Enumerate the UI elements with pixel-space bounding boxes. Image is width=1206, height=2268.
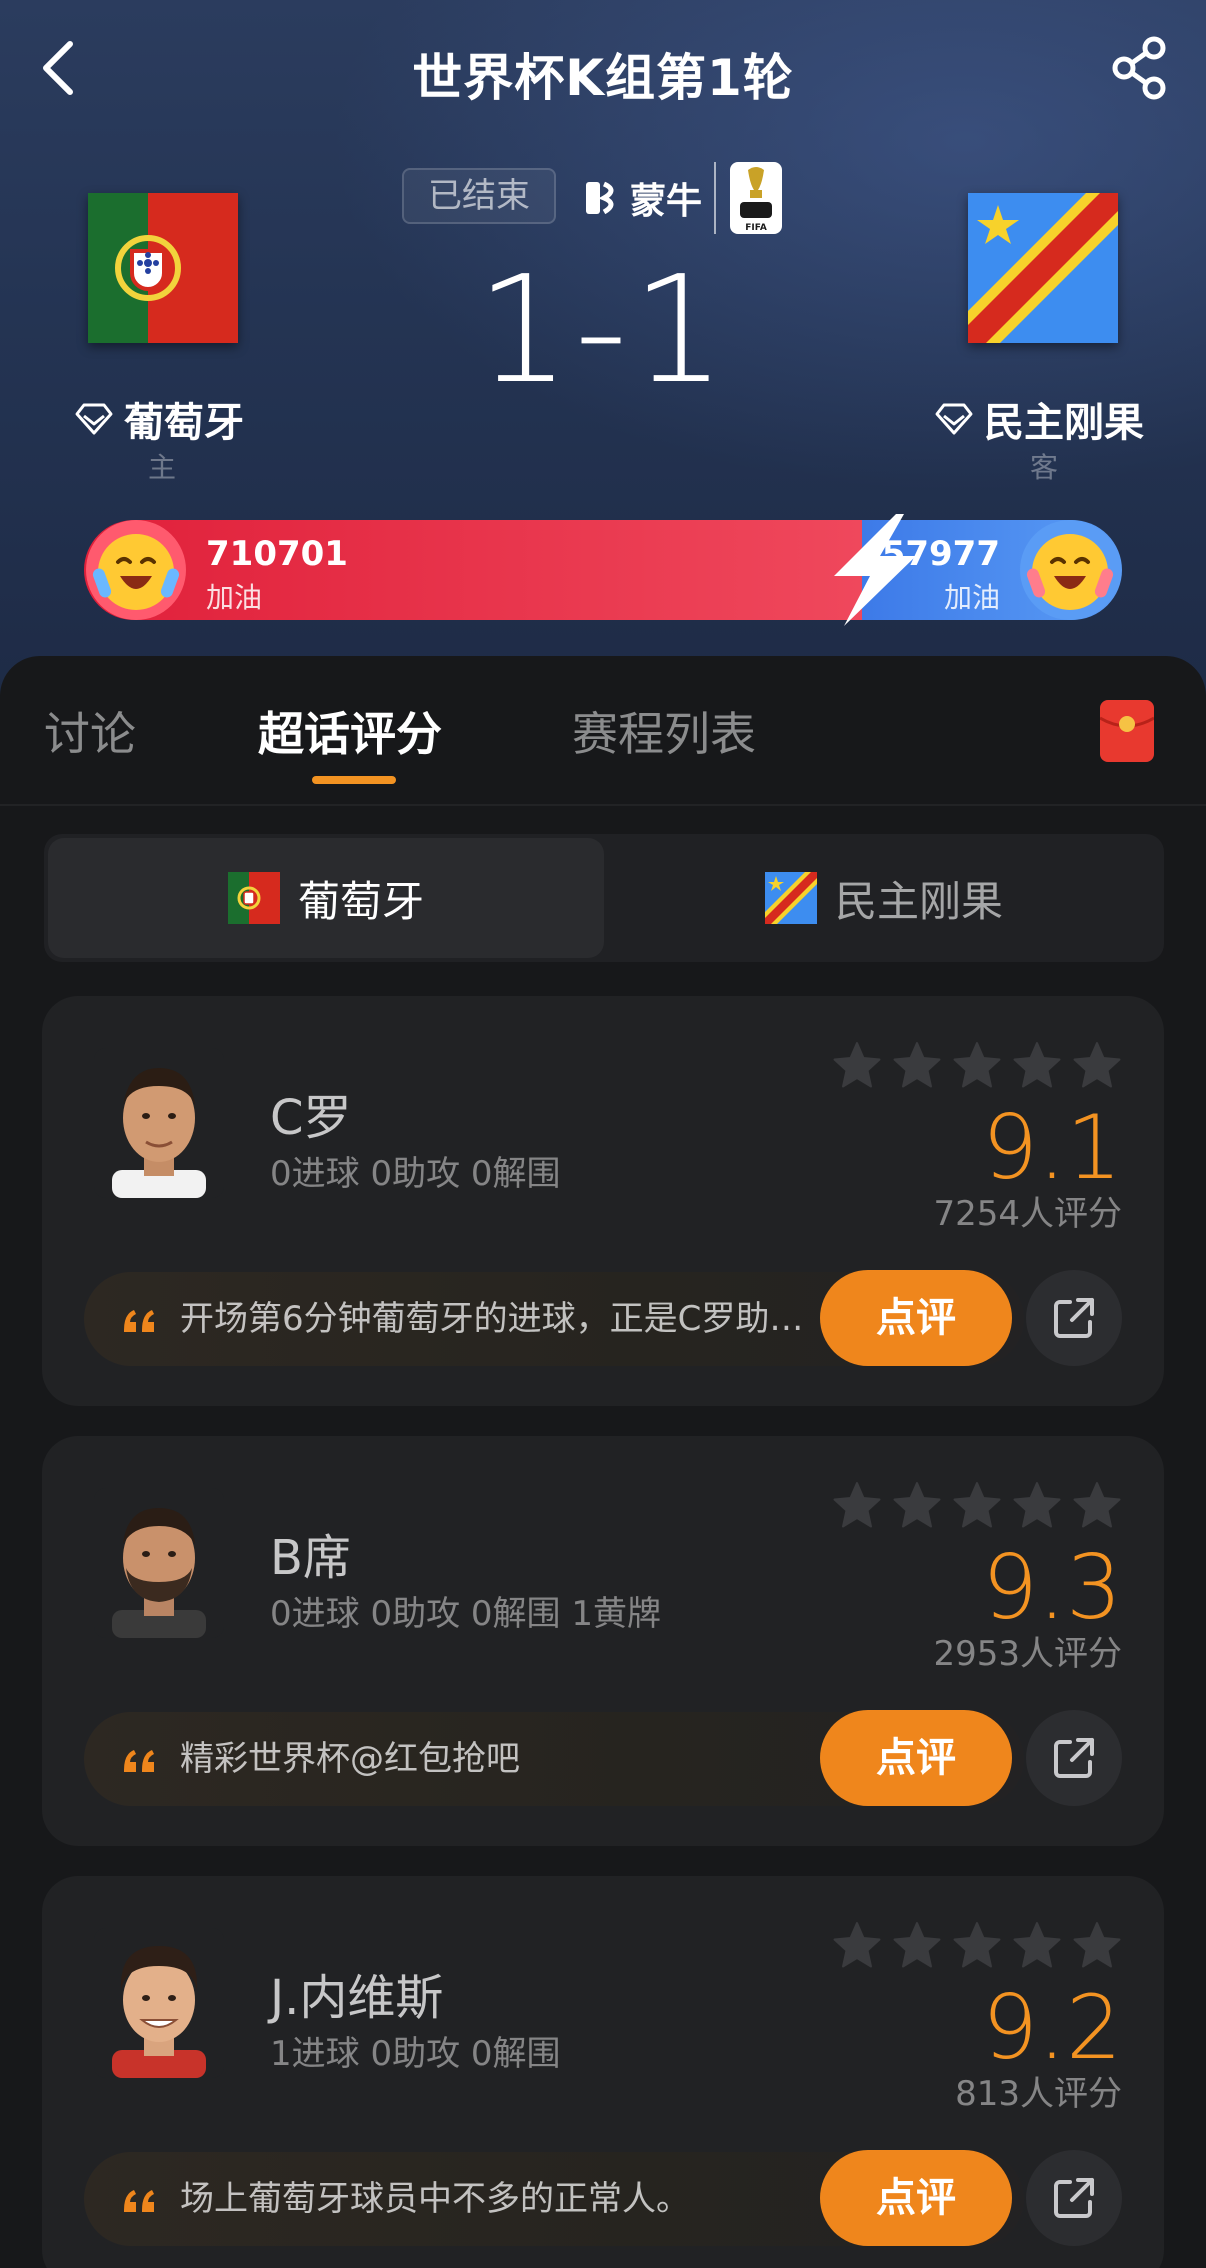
match-status-badge: 已结束 xyxy=(402,168,556,224)
review-button[interactable]: 点评 xyxy=(820,2150,1012,2246)
sponsor-divider xyxy=(714,162,717,234)
star-icon[interactable] xyxy=(892,1920,942,1970)
match-header: 世界杯K组第1轮 已结束 蒙牛 FIFA 1-1 葡萄牙 主 民主刚果 客 71… xyxy=(0,0,1206,700)
player-rating: 9.3 xyxy=(982,1536,1122,1639)
sponsor-logo: 蒙牛 FIFA xyxy=(582,162,784,234)
team-switch: 葡萄牙 民主刚果 xyxy=(44,834,1164,962)
player-rating: 9.1 xyxy=(982,1096,1122,1199)
player-name: B席 xyxy=(270,1530,351,1586)
diamond-icon xyxy=(935,403,973,435)
rating-stars[interactable] xyxy=(822,1920,1122,1970)
top-bar: 世界杯K组第1轮 xyxy=(0,0,1206,140)
portugal-flag-icon xyxy=(88,193,238,343)
share-card-button[interactable] xyxy=(1026,1710,1122,1806)
tab-schedule[interactable]: 赛程列表 xyxy=(572,698,756,764)
rating-stars[interactable] xyxy=(822,1040,1122,1090)
dr-congo-flag-icon xyxy=(764,872,817,924)
svg-text:FIFA: FIFA xyxy=(745,223,767,233)
cheer-bar: 710701 加油 57977 加油 xyxy=(84,514,1122,626)
share-button[interactable] xyxy=(1106,32,1176,102)
player-avatar[interactable] xyxy=(94,1048,224,1198)
tab-discussion[interactable]: 讨论 xyxy=(44,698,136,764)
away-team-flag[interactable] xyxy=(968,193,1118,343)
tab-super-topic-rating[interactable]: 超话评分 xyxy=(258,698,442,764)
player-stats: 1进球 0助攻 0解围 xyxy=(270,2034,561,2074)
star-icon[interactable] xyxy=(952,1480,1002,1530)
team-switch-home[interactable]: 葡萄牙 xyxy=(48,838,604,958)
star-icon[interactable] xyxy=(1012,1920,1062,1970)
diamond-icon xyxy=(75,403,113,435)
external-share-icon xyxy=(1054,2178,1094,2218)
mengniu-logo-icon xyxy=(586,181,614,215)
quote-icon xyxy=(124,2190,154,2212)
star-icon[interactable] xyxy=(1072,1920,1122,1970)
dr-congo-flag-icon xyxy=(968,193,1118,343)
team-switch-away-label: 民主刚果 xyxy=(834,876,1003,926)
star-icon[interactable] xyxy=(952,1920,1002,1970)
player-avatar[interactable] xyxy=(94,1928,224,2078)
star-icon[interactable] xyxy=(832,1040,882,1090)
player-rating: 9.2 xyxy=(982,1976,1122,2079)
active-tab-indicator xyxy=(312,776,396,784)
rating-count: 7254人评分 xyxy=(933,1194,1122,1234)
star-icon[interactable] xyxy=(952,1040,1002,1090)
share-card-button[interactable] xyxy=(1026,1270,1122,1366)
top-comment-text[interactable]: 精彩世界杯@红包抢吧 xyxy=(180,1733,820,1785)
player-card[interactable]: J.内维斯 1进球 0助攻 0解围 9.2 813人评分 场上葡萄牙球员中不多的… xyxy=(42,1876,1164,2268)
top-comment-text[interactable]: 场上葡萄牙球员中不多的正常人。 xyxy=(180,2173,820,2225)
cheer-emoji-away-icon[interactable] xyxy=(1018,518,1122,622)
page-title: 世界杯K组第1轮 xyxy=(412,49,794,107)
quote-icon xyxy=(124,1310,154,1332)
home-team-role: 主 xyxy=(147,451,176,484)
top-comment-text[interactable]: 开场第6分钟葡萄牙的进球，正是C罗助攻的 xyxy=(180,1293,820,1345)
player-stats: 0进球 0助攻 0解围 xyxy=(270,1154,561,1194)
player-card[interactable]: C罗 0进球 0助攻 0解围 9.1 7254人评分 开场第6分钟葡萄牙的进球，… xyxy=(42,996,1164,1406)
portugal-flag-icon xyxy=(227,872,280,924)
tabs-divider xyxy=(0,804,1206,806)
away-team-role: 客 xyxy=(1029,451,1058,484)
star-icon[interactable] xyxy=(1072,1040,1122,1090)
team-switch-away[interactable]: 民主刚果 xyxy=(604,834,1164,962)
star-icon[interactable] xyxy=(892,1480,942,1530)
home-cheer-count: 710701 xyxy=(206,534,348,574)
content-panel: 讨论 超话评分 赛程列表 葡萄牙 民主刚果 C罗 0进球 0助攻 0解围 9.1… xyxy=(0,656,1206,2268)
red-envelope-icon[interactable] xyxy=(1100,700,1154,762)
away-team-name-row[interactable]: 民主刚果 xyxy=(934,390,1144,448)
fifa-world-cup-logo-icon: FIFA xyxy=(730,162,783,234)
rating-count: 2953人评分 xyxy=(933,1634,1122,1674)
match-score: 1-1 xyxy=(476,244,730,416)
away-cheer-count: 57977 xyxy=(881,534,1000,574)
team-switch-home-label: 葡萄牙 xyxy=(297,876,424,926)
player-name: C罗 xyxy=(270,1090,352,1146)
away-team-name: 民主刚果 xyxy=(984,400,1144,446)
cheer-emoji-home-icon[interactable] xyxy=(84,518,188,622)
tab-bar: 讨论 超话评分 赛程列表 xyxy=(0,656,1206,804)
home-cheer-label: 加油 xyxy=(206,581,263,614)
home-team-name: 葡萄牙 xyxy=(124,400,244,446)
share-card-button[interactable] xyxy=(1026,2150,1122,2246)
home-team-flag[interactable] xyxy=(88,193,238,343)
external-share-icon xyxy=(1054,1298,1094,1338)
away-cheer-label: 加油 xyxy=(943,581,1000,614)
share-icon xyxy=(1112,36,1166,100)
star-icon[interactable] xyxy=(892,1040,942,1090)
star-icon[interactable] xyxy=(1012,1480,1062,1530)
player-avatar[interactable] xyxy=(94,1488,224,1638)
star-icon[interactable] xyxy=(1072,1480,1122,1530)
home-team-name-row[interactable]: 葡萄牙 xyxy=(74,390,244,448)
player-name: J.内维斯 xyxy=(270,1970,444,2026)
external-share-icon xyxy=(1054,1738,1094,1778)
star-icon[interactable] xyxy=(832,1920,882,1970)
review-button[interactable]: 点评 xyxy=(820,1270,1012,1366)
sponsor-name: 蒙牛 xyxy=(630,181,703,222)
rating-stars[interactable] xyxy=(822,1480,1122,1530)
player-card[interactable]: B席 0进球 0助攻 0解围 1黄牌 9.3 2953人评分 精彩世界杯@红包抢… xyxy=(42,1436,1164,1846)
player-stats: 0进球 0助攻 0解围 1黄牌 xyxy=(270,1594,661,1634)
quote-icon xyxy=(124,1750,154,1772)
star-icon[interactable] xyxy=(832,1480,882,1530)
review-button[interactable]: 点评 xyxy=(820,1710,1012,1806)
rating-count: 813人评分 xyxy=(955,2074,1122,2114)
star-icon[interactable] xyxy=(1012,1040,1062,1090)
